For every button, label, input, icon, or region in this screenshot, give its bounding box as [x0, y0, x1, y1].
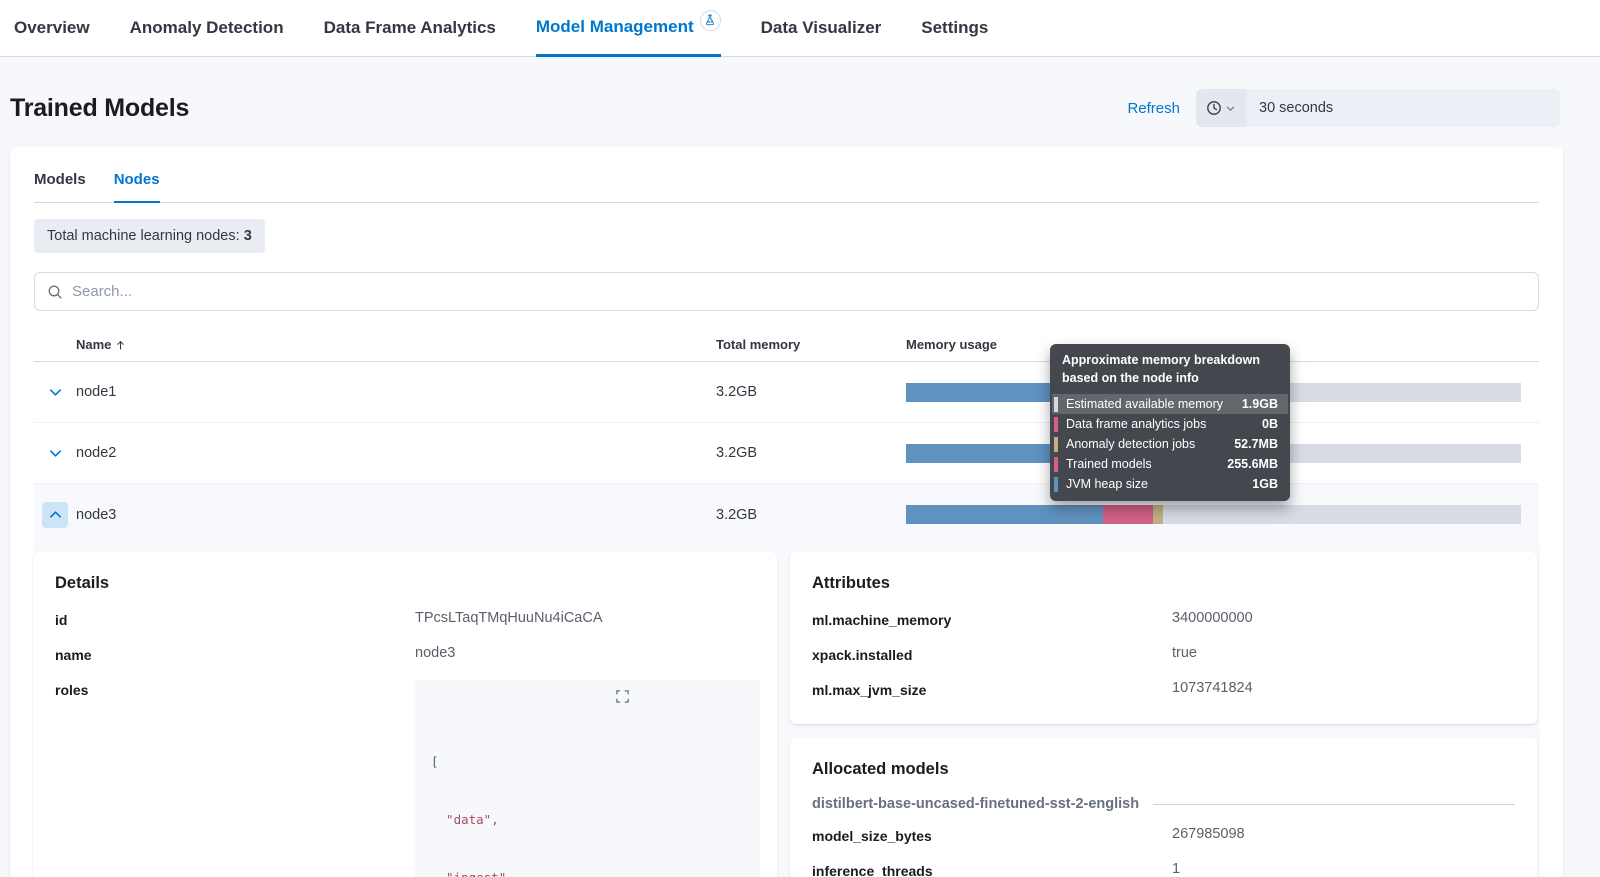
legend-swatch — [1054, 437, 1058, 452]
legend-swatch — [1054, 477, 1058, 492]
table-row-node2[interactable]: node2 3.2GB — [34, 423, 1539, 484]
legend-swatch — [1054, 417, 1058, 432]
attribute-row: ml.max_jvm_size 1073741824 — [812, 680, 1515, 698]
node-total-memory: 3.2GB — [716, 507, 906, 523]
beaker-icon — [700, 10, 721, 31]
detail-row-id: id TPcsLTaqTMqHuuNu4iCaCA — [55, 610, 755, 628]
roles-code-block: [ "data", "ingest", "master", "ml", "tra… — [415, 680, 760, 877]
collapse-node3-button[interactable] — [42, 502, 68, 528]
page-title: Trained Models — [10, 94, 189, 123]
chevron-down-icon — [48, 446, 63, 461]
attributes-card: Attributes ml.machine_memory 3400000000 … — [790, 552, 1537, 724]
node3-expanded-details: Details id TPcsLTaqTMqHuuNu4iCaCA name n… — [33, 545, 1540, 877]
tab-nodes[interactable]: Nodes — [114, 171, 160, 203]
node-total-memory: 3.2GB — [716, 445, 906, 461]
refresh-interval-value[interactable]: 30 seconds — [1246, 89, 1333, 127]
search-input[interactable] — [72, 283, 1526, 300]
table-row-node1[interactable]: node1 3.2GB — [34, 362, 1539, 423]
fullscreen-icon[interactable] — [615, 689, 750, 704]
search-bar — [34, 272, 1539, 311]
panel-tabs: Models Nodes — [34, 171, 1539, 203]
nav-tab-settings[interactable]: Settings — [921, 0, 988, 56]
attribute-row: ml.machine_memory 3400000000 — [812, 610, 1515, 628]
trained-models-panel: Models Nodes Total machine learning node… — [10, 147, 1563, 877]
chevron-down-icon — [48, 385, 63, 400]
table-header: Name Total memory Memory usage — [34, 337, 1539, 362]
tooltip-row-estimated-available-memory: Estimated available memory 1.9GB — [1052, 394, 1288, 414]
quick-select-button[interactable] — [1196, 89, 1246, 127]
nav-tab-data-visualizer[interactable]: Data Visualizer — [761, 0, 882, 56]
node-name: node3 — [76, 507, 716, 523]
nav-tab-data-frame-analytics[interactable]: Data Frame Analytics — [324, 0, 496, 56]
tooltip-row-anomaly-detection-jobs: Anomaly detection jobs 52.7MB — [1052, 434, 1288, 454]
tooltip-row-trained-models: Trained models 255.6MB — [1052, 454, 1288, 474]
total-nodes-badge: Total machine learning nodes: 3 — [34, 219, 265, 253]
allocated-model-name: distilbert-base-uncased-finetuned-sst-2-… — [812, 796, 1515, 812]
allocated-model-row: model_size_bytes 267985098 — [812, 826, 1515, 844]
nav-tab-anomaly-detection[interactable]: Anomaly Detection — [130, 0, 284, 56]
tooltip-title: Approximate memory breakdown based on th… — [1050, 344, 1290, 394]
legend-swatch — [1054, 457, 1058, 472]
nav-tab-overview[interactable]: Overview — [14, 0, 90, 56]
expand-node1-button[interactable] — [42, 379, 68, 405]
attributes-heading: Attributes — [812, 574, 1515, 593]
refresh-button[interactable]: Refresh — [1127, 100, 1180, 117]
attribute-row: xpack.installed true — [812, 645, 1515, 663]
divider — [1153, 804, 1515, 805]
column-header-name[interactable]: Name — [76, 337, 716, 352]
node-id-value: TPcsLTaqTMqHuuNu4iCaCA — [415, 610, 755, 628]
details-card: Details id TPcsLTaqTMqHuuNu4iCaCA name n… — [33, 552, 777, 877]
sort-ascending-icon — [115, 339, 126, 351]
chevron-down-icon — [1225, 103, 1236, 114]
expand-node2-button[interactable] — [42, 440, 68, 466]
column-header-total-memory: Total memory — [716, 337, 906, 352]
clock-icon — [1206, 100, 1222, 116]
page-header: Trained Models Refresh 30 seconds — [0, 57, 1600, 127]
table-row-node3[interactable]: node3 3.2GB — [34, 484, 1539, 545]
node-name: node1 — [76, 384, 716, 400]
allocated-models-heading: Allocated models — [812, 760, 1515, 779]
node-total-memory: 3.2GB — [716, 384, 906, 400]
memory-breakdown-tooltip: Approximate memory breakdown based on th… — [1050, 344, 1290, 501]
allocated-model-row: inference_threads 1 — [812, 861, 1515, 877]
tooltip-row-data-frame-analytics-jobs: Data frame analytics jobs 0B — [1052, 414, 1288, 434]
detail-row-name: name node3 — [55, 645, 755, 663]
nav-tab-model-management[interactable]: Model Management — [536, 0, 721, 57]
search-icon — [47, 284, 63, 300]
memory-usage-bar — [906, 505, 1521, 524]
legend-swatch — [1054, 397, 1058, 412]
node-name: node2 — [76, 445, 716, 461]
refresh-interval-picker: 30 seconds — [1196, 89, 1560, 127]
allocated-models-card: Allocated models distilbert-base-uncased… — [790, 738, 1537, 877]
tooltip-row-jvm-heap-size: JVM heap size 1GB — [1052, 474, 1288, 494]
chevron-up-icon — [48, 507, 63, 522]
nodes-table: Name Total memory Memory usage node1 3.2… — [34, 337, 1539, 877]
total-nodes-count: 3 — [244, 228, 252, 244]
details-heading: Details — [55, 574, 755, 593]
top-navigation: Overview Anomaly Detection Data Frame An… — [0, 0, 1600, 57]
detail-row-roles: roles [ "data", "ingest", "master", — [55, 680, 755, 877]
node-name-value: node3 — [415, 645, 755, 663]
tab-models[interactable]: Models — [34, 171, 86, 202]
